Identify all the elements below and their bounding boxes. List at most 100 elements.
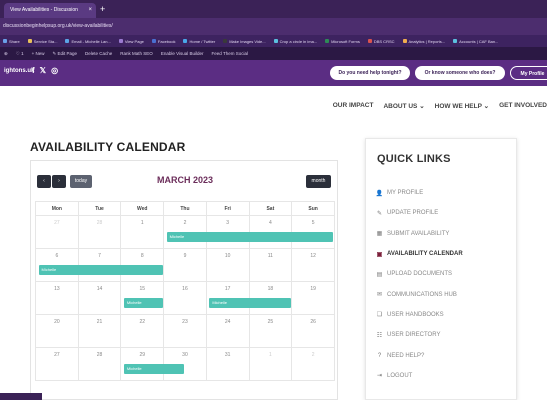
- bookmark-item[interactable]: Crop a circle in ima...: [273, 39, 317, 44]
- my-profile-button[interactable]: My Profile: [510, 66, 547, 80]
- wp-admin-item[interactable]: + New: [32, 51, 45, 56]
- calendar-day-cell[interactable]: 11: [248, 248, 293, 282]
- calendar-day-cell[interactable]: 20: [35, 314, 79, 348]
- bookmark-favicon-icon: [273, 39, 278, 43]
- bookmark-item[interactable]: Microsoft Forms: [325, 39, 360, 44]
- calendar-day-cell[interactable]: 31: [205, 347, 250, 381]
- nav-get-involved[interactable]: GET INVOLVED: [499, 102, 547, 110]
- calendar-day-cell[interactable]: 19: [291, 281, 335, 315]
- nav-how-we-help[interactable]: HOW WE HELP ⌄: [435, 102, 489, 110]
- quick-link-label: LOGOUT: [387, 372, 413, 379]
- bookmark-item[interactable]: Home / Twitter: [183, 39, 215, 44]
- site-header: ightons.uk f 𝕏 ◎ Do you need help tonigh…: [0, 60, 547, 86]
- quick-link-communications-hub[interactable]: ✉ COMMUNICATIONS HUB: [376, 284, 463, 304]
- quick-link-user-handbooks[interactable]: ❏ USER HANDBOOKS: [376, 305, 463, 325]
- quick-link-submit-availability[interactable]: ▦ SUBMIT AVAILABILITY: [376, 224, 463, 244]
- quick-link-need-help[interactable]: ? NEED HELP?: [376, 345, 463, 365]
- quick-link-upload-documents[interactable]: ▤ UPLOAD DOCUMENTS: [376, 264, 463, 284]
- calendar-day-cell[interactable]: 28: [77, 215, 122, 249]
- calendar-active-icon: ▣: [376, 251, 383, 258]
- calendar-day-cell[interactable]: 24: [205, 314, 250, 348]
- calendar-day-cell[interactable]: 16: [163, 281, 207, 315]
- url-field[interactable]: discussionbeginhelpsup.org.uk/view-avail…: [3, 21, 203, 32]
- bookmark-item[interactable]: View Page: [118, 39, 144, 44]
- calendar-event[interactable]: Michelle: [166, 231, 334, 242]
- calendar-day-cell[interactable]: 25: [248, 314, 293, 348]
- calendar-day-cell[interactable]: 12: [291, 248, 335, 282]
- page-title: AVAILABILITY CALENDAR: [30, 140, 186, 154]
- bookmark-item[interactable]: Make Images Vide...: [223, 39, 266, 44]
- close-icon[interactable]: ×: [88, 3, 92, 18]
- twitter-icon[interactable]: 𝕏: [40, 66, 46, 75]
- nav-about-us[interactable]: ABOUT US ⌄: [383, 102, 424, 110]
- bookmark-item[interactable]: Analytics | Reports...: [402, 39, 445, 44]
- month-view-button[interactable]: month: [306, 175, 331, 188]
- bookmark-item[interactable]: Share: [3, 39, 20, 44]
- calendar-day-cell[interactable]: 26: [291, 314, 335, 348]
- bookmark-label: Email - Michelle Lan...: [71, 38, 111, 44]
- wp-admin-item[interactable]: ♡ 1: [16, 51, 24, 57]
- bookmark-item[interactable]: Email - Michelle Lan...: [65, 38, 111, 44]
- bookmark-favicon-icon: [65, 39, 70, 43]
- quick-links-list: 👤 MY PROFILE ✎ UPDATE PROFILE ▦ SUBMIT AVAILA…: [376, 183, 463, 386]
- quick-link-label: AVAILABILITY CALENDAR: [387, 251, 463, 258]
- quick-link-label: USER DIRECTORY: [387, 332, 441, 339]
- quick-link-label: SUBMIT AVAILABILITY: [387, 230, 450, 237]
- weekday-header: Sun: [291, 201, 335, 216]
- quick-link-logout[interactable]: ⇥ LOGOUT: [376, 366, 463, 386]
- user-edit-icon: ✎: [376, 210, 383, 217]
- wp-admin-item[interactable]: Rank Math SEO: [120, 51, 153, 56]
- calendar-icon: ▦: [376, 231, 383, 238]
- calendar-event[interactable]: Michelle: [38, 264, 163, 275]
- bookmark-favicon-icon: [223, 39, 228, 43]
- new-tab-icon[interactable]: +: [100, 2, 105, 16]
- calendar-day-cell[interactable]: 21: [77, 314, 122, 348]
- wp-admin-item[interactable]: Delete Cache: [85, 51, 112, 56]
- wp-admin-item[interactable]: Feed Them Social: [212, 51, 248, 56]
- book-icon: ❏: [376, 312, 383, 319]
- browser-tab[interactable]: View Availabilities - Discussion ×: [4, 3, 96, 18]
- calendar-day-cell[interactable]: 9: [163, 248, 207, 282]
- weekday-header: Wed: [120, 201, 165, 216]
- calendar-day-cell[interactable]: 10: [205, 248, 250, 282]
- calendar-day-cell[interactable]: 2: [291, 347, 335, 381]
- calendar-day-cell[interactable]: 1: [120, 215, 165, 249]
- need-help-button[interactable]: Do you need help tonight?: [330, 66, 410, 80]
- calendar-day-cell[interactable]: 28: [77, 347, 122, 381]
- quick-link-label: USER HANDBOOKS: [387, 311, 444, 318]
- quick-link-update-profile[interactable]: ✎ UPDATE PROFILE: [376, 203, 463, 223]
- wp-admin-item[interactable]: Enable Visual Builder: [161, 51, 204, 56]
- calendar-event[interactable]: Michelle: [123, 363, 184, 374]
- calendar-day-cell[interactable]: 23: [163, 314, 207, 348]
- nav-our-impact[interactable]: OUR IMPACT: [333, 102, 374, 110]
- calendar-day-cell[interactable]: 13: [35, 281, 79, 315]
- facebook-icon[interactable]: f: [32, 66, 35, 75]
- weekday-header: Fri: [205, 201, 250, 216]
- calendar-day-cell[interactable]: 27: [35, 215, 79, 249]
- calendar-week-row: 27 28 29 30 31 1 2: [35, 347, 335, 381]
- wp-admin-item[interactable]: ✎ Edit Page: [52, 51, 77, 57]
- calendar-day-cell[interactable]: 14: [77, 281, 122, 315]
- calendar-event[interactable]: Michelle: [209, 297, 291, 308]
- know-someone-button[interactable]: Or know someone who does?: [415, 66, 505, 80]
- calendar-day-cell[interactable]: 22: [120, 314, 165, 348]
- quick-links-panel: QUICK LINKS 👤 MY PROFILE ✎ UPDATE PROFILE ▦ S…: [365, 138, 517, 400]
- bookmark-label: Service Sta...: [33, 38, 58, 44]
- quick-link-my-profile[interactable]: 👤 MY PROFILE: [376, 183, 463, 203]
- social-links: f 𝕏 ◎: [32, 66, 58, 75]
- instagram-icon[interactable]: ◎: [51, 66, 58, 75]
- bookmark-item[interactable]: Service Sta...: [27, 38, 58, 44]
- calendar-day-cell[interactable]: 1: [248, 347, 293, 381]
- bookmark-label: Facebook: [157, 38, 176, 44]
- calendar-day-cell[interactable]: 27: [35, 347, 79, 381]
- quick-link-availability-calendar[interactable]: ▣ AVAILABILITY CALENDAR: [376, 244, 463, 264]
- calendar-week-row: 20 21 22 23 24 25 26: [35, 314, 335, 348]
- wp-admin-item[interactable]: ⊕: [4, 51, 8, 57]
- bookmark-item[interactable]: Facebook: [151, 38, 176, 44]
- calendar-event[interactable]: Michelle: [123, 297, 163, 308]
- calendar: ‹ › today MARCH 2023 month Mon Tue Wed Thu F…: [30, 160, 338, 400]
- quick-link-user-directory[interactable]: ☷ USER DIRECTORY: [376, 325, 463, 345]
- bookmark-item[interactable]: DBS CRSC: [367, 39, 395, 44]
- bookmark-item[interactable]: Accounts | CAF Ban...: [453, 39, 498, 44]
- quick-links-title: QUICK LINKS: [377, 153, 451, 165]
